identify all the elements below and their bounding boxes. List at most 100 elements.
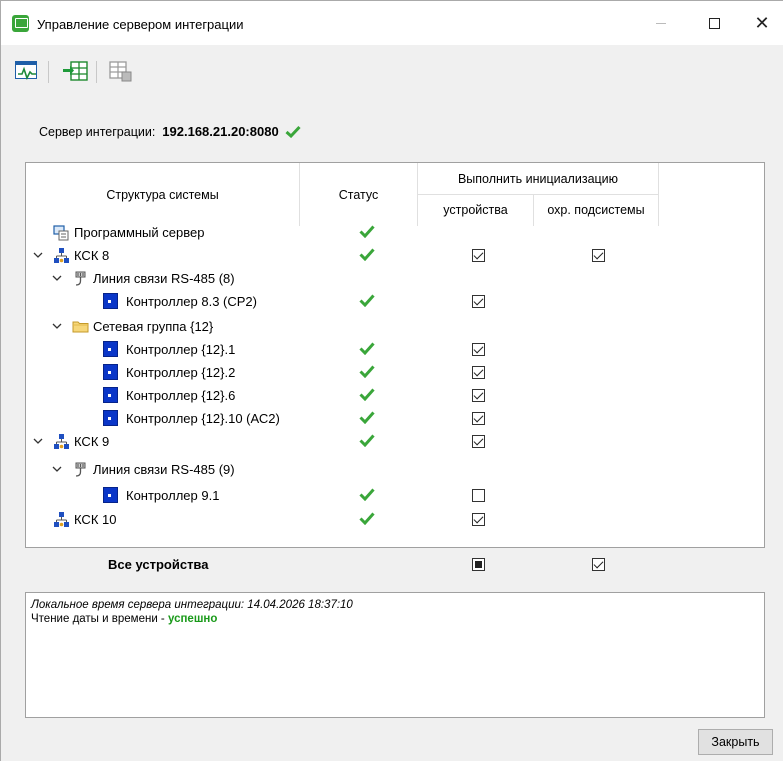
close-button[interactable]: Закрыть — [698, 729, 773, 755]
controller-icon — [103, 341, 118, 357]
status-ok-icon — [359, 488, 375, 501]
status-ok-icon — [359, 388, 375, 401]
log-panel[interactable]: Локальное время сервера интеграции: 14.0… — [25, 592, 765, 718]
tree-row[interactable]: КСК 9 — [26, 431, 764, 453]
status-ok-icon — [359, 225, 375, 238]
server-info: Сервер интеграции: 192.168.21.20:8080 — [39, 124, 301, 139]
tree-row-label: Контроллер {12}.1 — [126, 342, 236, 357]
status-ok-icon — [359, 434, 375, 447]
tree-row[interactable]: Линия связи RS-485 (9) — [26, 459, 764, 481]
chevron-down-icon[interactable] — [52, 464, 62, 474]
controller-icon — [103, 410, 118, 426]
tree-row-label: Линия связи RS-485 (9) — [93, 462, 235, 477]
header-divider — [658, 163, 659, 226]
tree-row[interactable]: Контроллер 8.3 (СР2) — [26, 291, 764, 313]
close-window-button[interactable]: ✕ — [739, 1, 783, 45]
tree-row-label: Сетевая группа {12} — [93, 319, 214, 334]
activity-icon — [18, 66, 36, 80]
header-devices: устройства — [443, 203, 508, 217]
init-devices-checkbox[interactable] — [472, 435, 485, 448]
status-ok-icon — [359, 365, 375, 378]
integration-server-window: Управление сервером интеграции ✕ Сервер … — [0, 0, 783, 761]
tree-row[interactable]: Сетевая группа {12} — [26, 316, 764, 338]
chevron-down-icon[interactable] — [33, 250, 43, 260]
chevron-down-icon[interactable] — [52, 273, 62, 283]
tree-row[interactable]: Линия связи RS-485 (8) — [26, 268, 764, 290]
tree-row[interactable]: Контроллер {12}.2 — [26, 362, 764, 384]
tree-row[interactable]: Контроллер {12}.1 — [26, 339, 764, 361]
tree-row[interactable]: Контроллер {12}.10 (АС2) — [26, 408, 764, 430]
chevron-down-icon[interactable] — [33, 436, 43, 446]
header-subsystems: охр. подсистемы — [547, 203, 645, 217]
server-label: Сервер интеграции: — [39, 124, 156, 139]
init-devices-checkbox[interactable] — [472, 389, 485, 402]
init-devices-checkbox[interactable] — [472, 513, 485, 526]
maximize-icon — [708, 17, 720, 29]
header-divider — [299, 163, 300, 226]
tree-row[interactable]: Контроллер {12}.6 — [26, 385, 764, 407]
network-icon — [54, 512, 69, 527]
all-devices-checkbox[interactable] — [472, 558, 485, 571]
init-devices-checkbox[interactable] — [472, 295, 485, 308]
controller-icon — [103, 364, 118, 380]
controller-icon — [103, 487, 118, 503]
status-ok-icon — [359, 294, 375, 307]
chevron-down-icon[interactable] — [52, 321, 62, 331]
tree-row[interactable]: КСК 10 — [26, 509, 764, 531]
init-devices-checkbox[interactable] — [472, 343, 485, 356]
server-ok-check-icon — [285, 125, 301, 138]
table-header: Структура системы Статус Выполнить иници… — [26, 163, 764, 226]
status-ok-icon — [359, 248, 375, 261]
tree-row-label: Контроллер 9.1 — [126, 488, 220, 503]
init-subsystems-checkbox[interactable] — [592, 249, 605, 262]
monitor-refresh-button[interactable] — [14, 58, 40, 84]
minimize-button[interactable] — [638, 1, 684, 45]
maximize-button[interactable] — [691, 1, 737, 45]
tree-row-label: Контроллер {12}.10 (АС2) — [126, 411, 280, 426]
all-devices-label: Все устройства — [108, 557, 209, 572]
status-ok-icon — [359, 512, 375, 525]
close-icon: ✕ — [754, 12, 770, 34]
tree-row-label: Программный сервер — [74, 225, 205, 240]
tree-row[interactable]: Программный сервер — [26, 222, 764, 244]
tree-row-label: Линия связи RS-485 (8) — [93, 271, 235, 286]
export-button[interactable] — [107, 58, 133, 84]
tree-row[interactable]: КСК 8 — [26, 245, 764, 267]
init-devices-checkbox[interactable] — [472, 412, 485, 425]
log-line: Локальное время сервера интеграции: 14.0… — [31, 599, 353, 611]
network-icon — [54, 434, 69, 449]
header-structure: Структура системы — [106, 187, 219, 202]
all-devices-row: Все устройства — [25, 550, 765, 580]
system-structure-table[interactable]: Структура системы Статус Выполнить иници… — [25, 162, 765, 548]
title-bar: Управление сервером интеграции ✕ — [1, 1, 783, 45]
toolbar — [1, 45, 783, 97]
export-table-icon — [109, 61, 132, 82]
init-devices-checkbox[interactable] — [472, 366, 485, 379]
folder-icon — [72, 321, 89, 333]
init-devices-checkbox[interactable] — [472, 489, 485, 502]
header-divider — [418, 194, 658, 195]
tree-row-label: КСК 10 — [74, 512, 117, 527]
header-init-group: Выполнить инициализацию — [457, 172, 619, 186]
network-icon — [54, 248, 69, 263]
tree-row-label: Контроллер {12}.2 — [126, 365, 236, 380]
all-subsystems-checkbox[interactable] — [592, 558, 605, 571]
tree-row-label: КСК 8 — [74, 248, 110, 263]
toolbar-separator — [48, 61, 49, 83]
window-title: Управление сервером интеграции — [37, 17, 244, 32]
controller-icon — [103, 293, 118, 309]
tree-row-label: Контроллер 8.3 (СР2) — [126, 294, 257, 309]
import-table-icon — [63, 61, 88, 81]
rs485-line-icon — [75, 462, 86, 477]
app-icon — [12, 15, 29, 32]
tree-row[interactable]: Контроллер 9.1 — [26, 485, 764, 507]
rs485-line-icon — [75, 271, 86, 286]
init-devices-checkbox[interactable] — [472, 249, 485, 262]
minimize-icon — [656, 22, 666, 24]
server-address: 192.168.21.20:8080 — [162, 124, 279, 139]
log-text: Чтение даты и времени - — [31, 613, 168, 625]
log-success-text: успешно — [167, 613, 218, 625]
status-ok-icon — [359, 411, 375, 424]
import-button[interactable] — [61, 58, 88, 84]
tree-row-label: КСК 9 — [74, 434, 110, 449]
